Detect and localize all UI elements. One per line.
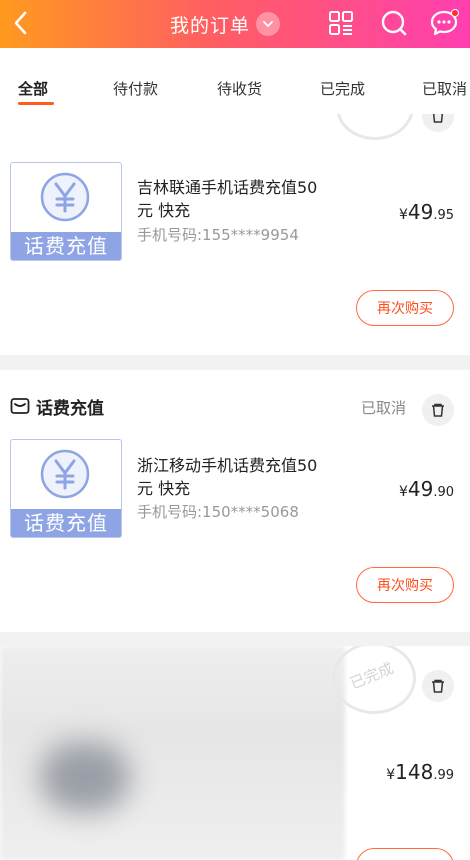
price-currency: ¥	[386, 767, 396, 783]
buy-again-button[interactable]: 再次购买	[356, 290, 454, 326]
tab-all[interactable]: 全部	[18, 78, 48, 99]
blurred-product-image	[40, 742, 130, 812]
yuan-coin-icon	[40, 172, 90, 222]
price-currency: ¥	[398, 207, 408, 223]
message-button[interactable]	[429, 8, 459, 38]
price-decimal: .95	[433, 208, 454, 223]
price-integer: 148	[395, 760, 434, 784]
order-price: ¥49.95	[399, 200, 454, 224]
order-status: 已取消	[360, 399, 406, 417]
back-icon	[14, 11, 27, 35]
delete-order-button[interactable]	[422, 670, 454, 702]
status-stamp	[336, 114, 414, 140]
grid-icon	[329, 11, 353, 35]
order-card[interactable]: 话费充值 已取消 话费充值 浙江移动手机话费充值50 元 快充 手机号码:150…	[0, 370, 470, 632]
chevron-down-icon	[256, 12, 281, 36]
order-card[interactable]: 已完成 ¥148.99	[0, 646, 470, 860]
back-button[interactable]	[6, 8, 36, 38]
stamp-text: 已完成	[347, 659, 396, 693]
price-decimal: .90	[433, 485, 454, 500]
blurred-order-content	[0, 646, 345, 860]
order-card[interactable]: 话费充值 吉林联通手机话费充值50 元 快充 手机号码:155****9954 …	[0, 114, 470, 355]
message-icon	[430, 9, 459, 36]
delete-order-button[interactable]	[422, 114, 454, 132]
phone-number: 手机号码:155****9954	[137, 226, 299, 244]
price-integer: 49	[407, 200, 434, 224]
trash-icon	[432, 679, 444, 693]
active-tab-indicator	[18, 102, 54, 105]
status-stamp: 已完成	[332, 646, 416, 714]
search-button[interactable]	[379, 8, 409, 38]
product-title[interactable]: 吉林联通手机话费充值50 元 快充	[137, 176, 367, 222]
product-title[interactable]: 浙江移动手机话费充值50 元 快充	[137, 454, 367, 500]
order-type-selector[interactable]: 我的订单	[170, 10, 281, 38]
phone-number: 手机号码:150****5068	[137, 503, 299, 521]
tab-pending-payment[interactable]: 待付款	[113, 78, 158, 99]
product-title-line: 吉林联通手机话费充值50	[137, 178, 318, 197]
shop-name: 话费充值	[36, 398, 104, 419]
buy-again-button[interactable]: 再次购买	[356, 567, 454, 603]
order-price: ¥49.90	[399, 477, 454, 501]
tab-pending-receipt[interactable]: 待收货	[217, 78, 262, 99]
shop-header[interactable]: 话费充值	[10, 394, 104, 419]
shop-icon	[10, 398, 30, 414]
product-title-line: 元 快充	[137, 479, 191, 498]
delete-order-button[interactable]	[422, 394, 454, 426]
price-currency: ¥	[398, 484, 408, 500]
product-thumbnail[interactable]: 话费充值	[10, 439, 122, 538]
page-title: 我的订单	[170, 14, 251, 37]
thumbnail-label: 话费充值	[11, 232, 121, 260]
tab-cancelled[interactable]: 已取消	[422, 78, 467, 99]
trash-icon	[432, 114, 444, 123]
search-icon	[381, 10, 407, 36]
order-tabs: 全部 待付款 待收货 已完成 已取消	[0, 48, 470, 114]
order-price: ¥148.99	[386, 760, 454, 784]
buy-again-button[interactable]	[356, 848, 454, 860]
trash-icon	[432, 403, 444, 417]
product-title-line: 浙江移动手机话费充值50	[137, 456, 318, 475]
header-bar: 我的订单	[0, 0, 470, 48]
thumbnail-label: 话费充值	[11, 509, 121, 537]
tab-completed[interactable]: 已完成	[320, 78, 365, 99]
price-integer: 49	[407, 477, 434, 501]
price-decimal: .99	[433, 768, 454, 783]
yuan-coin-icon	[40, 449, 90, 499]
product-title-line: 元 快充	[137, 201, 191, 220]
product-thumbnail[interactable]: 话费充值	[10, 162, 122, 261]
grid-button[interactable]	[326, 8, 356, 38]
